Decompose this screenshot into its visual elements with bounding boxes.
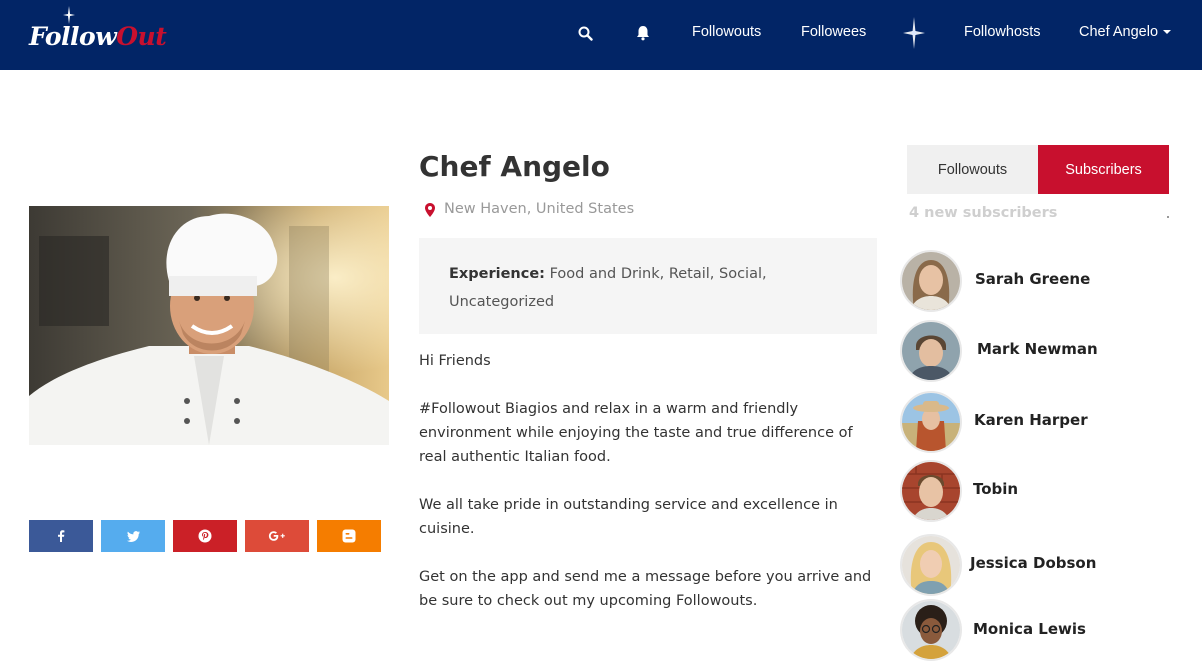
subscriber-item[interactable]: Karen Harper bbox=[900, 391, 1170, 453]
map-pin-icon bbox=[425, 203, 435, 217]
avatar bbox=[900, 599, 962, 661]
profile-photo bbox=[29, 206, 389, 445]
profile-name: Chef Angelo bbox=[419, 150, 610, 183]
divider-dot bbox=[1167, 216, 1169, 218]
new-subscribers-count: 4 new subscribers bbox=[909, 205, 1058, 221]
subscriber-name: Karen Harper bbox=[974, 411, 1088, 429]
experience-label: Experience: bbox=[449, 266, 545, 282]
subscriber-name: Jessica Dobson bbox=[970, 554, 1097, 572]
logo-word-follow: Follow bbox=[29, 22, 117, 51]
nav-followhosts[interactable]: Followhosts bbox=[964, 24, 1041, 40]
google-plus-share-button[interactable] bbox=[245, 520, 309, 552]
pinterest-share-button[interactable] bbox=[173, 520, 237, 552]
facebook-share-button[interactable] bbox=[29, 520, 93, 552]
subscriber-name: Monica Lewis bbox=[973, 620, 1086, 638]
nav-followees[interactable]: Followees bbox=[801, 24, 866, 40]
bio-paragraph: Get on the app and send me a message bef… bbox=[419, 569, 872, 609]
bio-paragraph: #Followout Biagios and relax in a warm a… bbox=[419, 401, 853, 465]
tab-subscribers[interactable]: Subscribers bbox=[1038, 145, 1169, 194]
tab-followouts[interactable]: Followouts bbox=[907, 145, 1038, 194]
bio-paragraph: We all take pride in outstanding service… bbox=[419, 497, 838, 537]
subscriber-item[interactable]: Sarah Greene bbox=[900, 250, 1170, 312]
twitter-icon bbox=[126, 530, 140, 542]
subscriber-name: Mark Newman bbox=[977, 340, 1098, 358]
top-navbar: FollowOut Followouts Followees Followhos… bbox=[0, 0, 1202, 70]
bio-paragraph: Hi Friends bbox=[419, 353, 491, 369]
subscriber-item[interactable]: Monica Lewis bbox=[900, 599, 1170, 661]
bell-icon[interactable] bbox=[636, 25, 650, 41]
subscriber-name: Sarah Greene bbox=[975, 270, 1091, 288]
avatar bbox=[900, 534, 962, 596]
avatar bbox=[900, 320, 962, 382]
search-icon[interactable] bbox=[578, 26, 593, 41]
subscriber-item[interactable]: Jessica Dobson bbox=[900, 534, 1170, 596]
google-plus-icon bbox=[268, 531, 285, 541]
chevron-down-icon bbox=[1163, 30, 1172, 35]
experience-text: Experience: Food and Drink, Retail, Soci… bbox=[449, 260, 849, 316]
logo-word-out: Out bbox=[116, 22, 167, 51]
blogger-icon bbox=[342, 529, 356, 543]
twitter-share-button[interactable] bbox=[101, 520, 165, 552]
user-menu[interactable]: Chef Angelo bbox=[1079, 24, 1172, 40]
subscriber-item[interactable]: Tobin bbox=[900, 460, 1170, 522]
avatar bbox=[900, 391, 962, 453]
avatar bbox=[900, 460, 962, 522]
subscriber-name: Tobin bbox=[973, 480, 1019, 498]
user-menu-label: Chef Angelo bbox=[1079, 24, 1159, 40]
avatar bbox=[900, 250, 962, 312]
location-text: New Haven, United States bbox=[444, 201, 635, 217]
nav-followouts[interactable]: Followouts bbox=[692, 24, 761, 40]
blogger-share-button[interactable] bbox=[317, 520, 381, 552]
experience-box: Experience: Food and Drink, Retail, Soci… bbox=[419, 238, 877, 334]
pinterest-icon bbox=[198, 529, 212, 543]
facebook-icon bbox=[58, 530, 65, 542]
subscriber-item[interactable]: Mark Newman bbox=[900, 320, 1170, 382]
star-icon[interactable] bbox=[903, 17, 925, 49]
